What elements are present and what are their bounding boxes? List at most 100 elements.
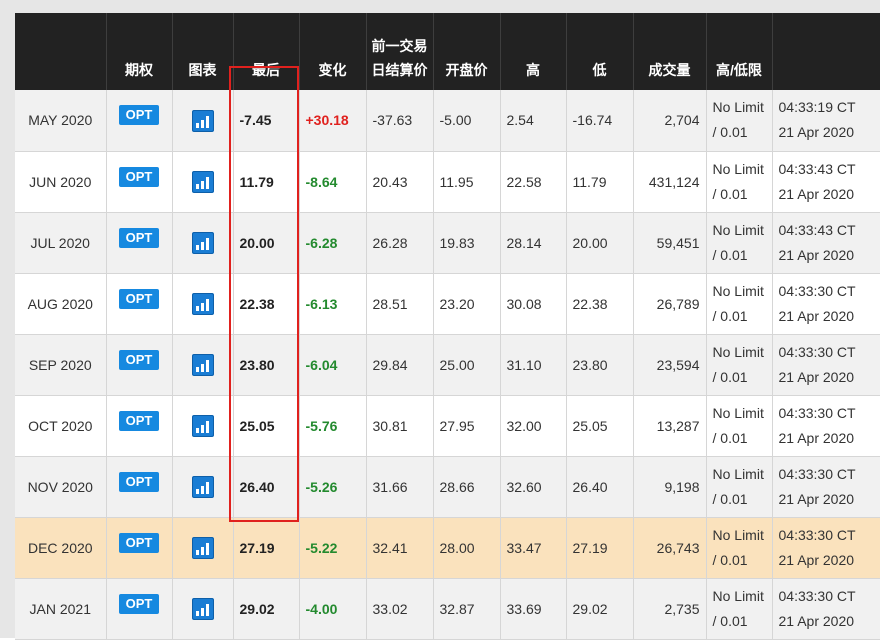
change-value: -6.04 (299, 334, 367, 396)
header-limit[interactable]: 高/低限 (706, 13, 773, 90)
volume-value: 26,743 (633, 517, 707, 579)
updated-date: 21 Apr 2020 (778, 185, 855, 202)
volume-value: 26,789 (633, 273, 707, 335)
header-change[interactable]: 变化 (299, 13, 367, 90)
high-value: 30.08 (500, 273, 567, 335)
limit-line-1: No Limit (712, 221, 764, 238)
opt-button[interactable]: OPT (119, 593, 159, 614)
opt-button[interactable]: OPT (119, 288, 159, 309)
updated-time: 04:33:19 CT (778, 99, 856, 116)
low-value: 11.79 (566, 151, 634, 213)
opt-button[interactable]: OPT (119, 349, 159, 370)
limit-line-2: / 0.01 (712, 307, 748, 324)
header-low[interactable]: 低 (566, 13, 634, 90)
change-value: -6.28 (299, 212, 367, 274)
bar-chart-icon[interactable] (191, 109, 214, 132)
contract-month[interactable]: DEC 2020 (15, 517, 107, 579)
open-value: 19.83 (433, 212, 501, 274)
change-value: -5.76 (299, 395, 367, 457)
bar-chart-icon[interactable] (191, 171, 214, 193)
updated-time: 04:33:43 CT (778, 221, 856, 238)
limit-line-1: No Limit (712, 343, 764, 360)
header-high[interactable]: 高 (500, 13, 567, 90)
updated-date: 21 Apr 2020 (778, 551, 855, 568)
updated-value: 04:33:30 CT 21 Apr 2020 (772, 456, 880, 518)
opt-button[interactable]: OPT (119, 410, 159, 431)
table-row: SEP 2020 OPT 23.80 -6.04 29.84 25.00 31.… (15, 334, 880, 396)
limit-line-2: / 0.01 (712, 185, 748, 202)
last-price: 29.02 (233, 578, 300, 640)
header-open[interactable]: 开盘价 (433, 13, 501, 90)
prior-settle-value: 28.51 (366, 273, 434, 335)
updated-value: 04:33:19 CT 21 Apr 2020 (772, 90, 880, 152)
volume-value: 2,735 (633, 578, 707, 640)
contract-month[interactable]: OCT 2020 (15, 395, 107, 457)
open-value: 28.66 (433, 456, 501, 518)
high-value: 2.54 (500, 90, 567, 152)
opt-button[interactable]: OPT (119, 105, 159, 126)
table-row: MAY 2020 OPT -7.45 +30.18 -37.63 -5.00 2… (15, 90, 880, 152)
contract-month[interactable]: JUL 2020 (15, 212, 107, 274)
updated-date: 21 Apr 2020 (778, 490, 855, 507)
limit-line-2: / 0.01 (712, 551, 748, 568)
limit-line-2: / 0.01 (712, 368, 748, 385)
bar-chart-icon[interactable] (191, 293, 214, 315)
bar-chart-icon[interactable] (191, 232, 214, 254)
header-prior-settle[interactable]: 前一交易日结算价 (366, 13, 434, 90)
high-value: 33.47 (500, 517, 567, 579)
contract-month[interactable]: JUN 2020 (15, 151, 107, 213)
high-value: 22.58 (500, 151, 567, 213)
limit-value: No Limit / 0.01 (706, 273, 773, 335)
updated-value: 04:33:43 CT 21 Apr 2020 (772, 212, 880, 274)
opt-button[interactable]: OPT (119, 471, 159, 492)
volume-value: 23,594 (633, 334, 707, 396)
high-value: 31.10 (500, 334, 567, 396)
table-row: OCT 2020 OPT 25.05 -5.76 30.81 27.95 32.… (15, 395, 880, 457)
updated-value: 04:33:30 CT 21 Apr 2020 (772, 578, 880, 640)
open-value: 23.20 (433, 273, 501, 335)
contract-month[interactable]: NOV 2020 (15, 456, 107, 518)
contract-month[interactable]: JAN 2021 (15, 578, 107, 640)
opt-button[interactable]: OPT (119, 227, 159, 248)
contract-month[interactable]: MAY 2020 (15, 90, 107, 152)
header-volume[interactable]: 成交量 (633, 13, 707, 90)
header-last[interactable]: 最后 (233, 13, 300, 90)
change-value: +30.18 (299, 90, 367, 152)
opt-button[interactable]: OPT (119, 166, 159, 187)
limit-value: No Limit / 0.01 (706, 151, 773, 213)
open-value: 32.87 (433, 578, 501, 640)
prior-settle-value: 32.41 (366, 517, 434, 579)
page-frame: 期权 图表 最后 变化 前一交易日结算价 开盘价 高 低 成交量 高/低限 MA… (0, 0, 880, 640)
header-updated (772, 13, 880, 90)
table-row: AUG 2020 OPT 22.38 -6.13 28.51 23.20 30.… (15, 273, 880, 335)
low-value: 20.00 (566, 212, 634, 274)
updated-time: 04:33:30 CT (778, 587, 856, 604)
change-value: -6.13 (299, 273, 367, 335)
volume-value: 2,704 (633, 90, 707, 152)
bar-chart-icon[interactable] (191, 354, 214, 376)
opt-button[interactable]: OPT (119, 532, 159, 553)
bar-chart-icon[interactable] (191, 476, 214, 498)
contract-month[interactable]: SEP 2020 (15, 334, 107, 396)
bar-chart-icon[interactable] (191, 537, 214, 559)
prior-settle-value: 29.84 (366, 334, 434, 396)
open-value: 25.00 (433, 334, 501, 396)
prior-settle-value: 20.43 (366, 151, 434, 213)
low-value: 23.80 (566, 334, 634, 396)
change-value: -5.26 (299, 456, 367, 518)
contract-month[interactable]: AUG 2020 (15, 273, 107, 335)
bar-chart-icon[interactable] (191, 598, 214, 620)
change-value: -8.64 (299, 151, 367, 213)
bar-chart-icon[interactable] (191, 415, 214, 437)
low-value: 27.19 (566, 517, 634, 579)
header-chart[interactable]: 图表 (172, 13, 234, 90)
open-value: -5.00 (433, 90, 501, 152)
updated-date: 21 Apr 2020 (778, 246, 855, 263)
updated-time: 04:33:30 CT (778, 282, 856, 299)
header-options[interactable]: 期权 (106, 13, 173, 90)
table-header-row: 期权 图表 最后 变化 前一交易日结算价 开盘价 高 低 成交量 高/低限 (15, 13, 880, 90)
high-value: 33.69 (500, 578, 567, 640)
volume-value: 13,287 (633, 395, 707, 457)
table-body: MAY 2020 OPT -7.45 +30.18 -37.63 -5.00 2… (15, 90, 880, 640)
updated-time: 04:33:30 CT (778, 465, 856, 482)
